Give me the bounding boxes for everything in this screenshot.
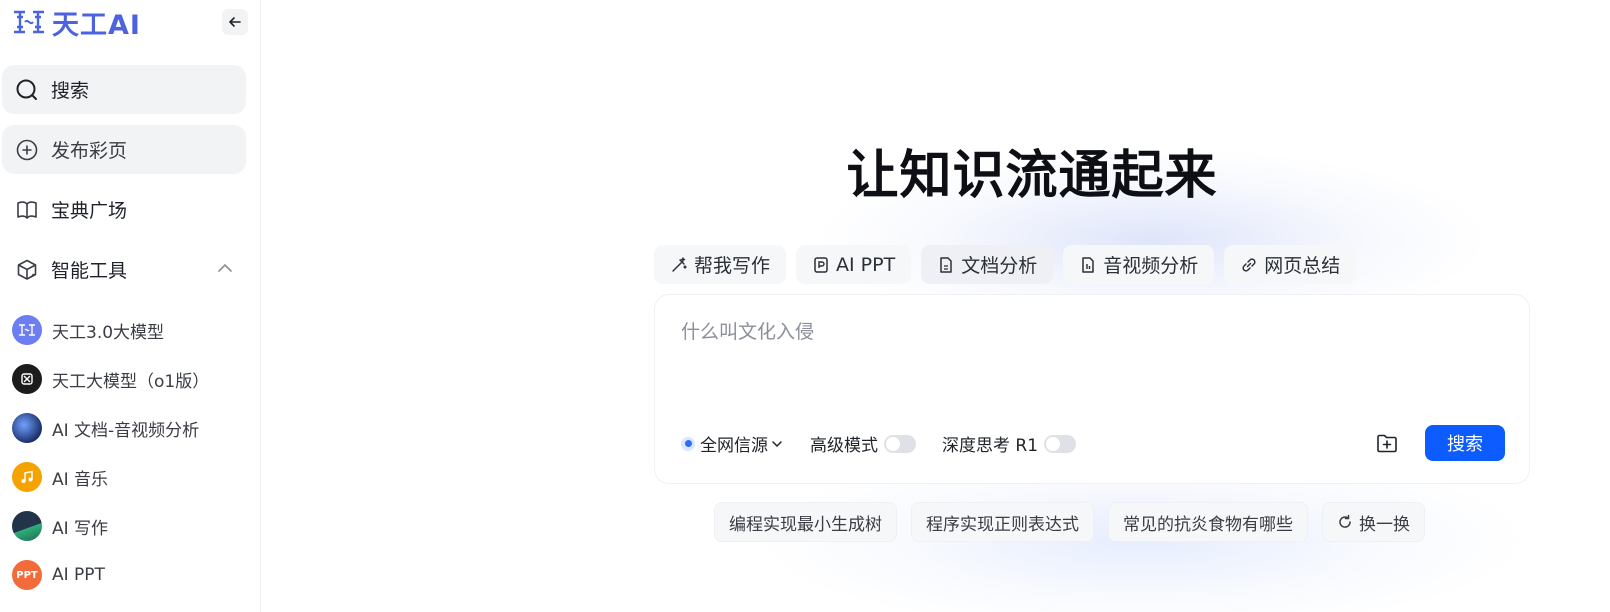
main-area: 让知识流通起来 帮我写作 AI PPT 文档分析 音视频分析 网页总结 全网信 [262, 0, 1610, 612]
chip-ai-ppt[interactable]: AI PPT [796, 245, 912, 284]
tool-item-label: 天工3.0大模型 [52, 322, 165, 343]
search-options: 全网信源 高级模式 深度思考 R1 [681, 431, 1077, 456]
chip-web-summary[interactable]: 网页总结 [1224, 245, 1357, 284]
refresh-label: 换一换 [1359, 514, 1410, 535]
refresh-icon [1339, 514, 1351, 528]
search-card: 全网信源 高级模式 深度思考 R1 搜索 [655, 295, 1529, 483]
music-note-icon [12, 462, 42, 492]
chip-av-analysis[interactable]: 音视频分析 [1063, 245, 1215, 284]
tool-item-label: AI PPT [52, 565, 105, 585]
tool-item-tiangong-3[interactable]: 天工3.0大模型 [12, 313, 164, 347]
chip-label: 网页总结 [1264, 255, 1341, 277]
advanced-mode-toggle[interactable] [884, 434, 916, 453]
cube-icon [15, 258, 39, 282]
tool-item-doc-av-analysis[interactable]: AI 文档-音视频分析 [12, 411, 199, 445]
tiangong-logo-icon [14, 10, 44, 34]
tool-item-ai-music[interactable]: AI 音乐 [12, 460, 108, 494]
brand-logo[interactable]: 天工AI [12, 6, 141, 41]
refresh-suggestions-button[interactable]: 换一换 [1322, 502, 1425, 542]
sidebar-item-label: 智能工具 [51, 260, 128, 282]
arrow-left-icon [229, 17, 241, 27]
collapse-sidebar-button[interactable] [222, 9, 248, 35]
magic-pen-icon [672, 256, 687, 272]
deep-think-option: 深度思考 R1 [942, 431, 1077, 456]
upload-file-button[interactable] [1372, 428, 1402, 458]
tool-item-tiangong-o1[interactable]: 天工大模型（o1版） [12, 362, 209, 396]
chevron-up-icon[interactable] [216, 259, 234, 277]
link-icon [1242, 257, 1256, 272]
advanced-mode-label: 高级模式 [810, 436, 878, 456]
sidebar-item-label: 搜索 [51, 80, 90, 102]
o1-logo-icon [12, 364, 42, 394]
chip-label: 文档分析 [961, 255, 1038, 277]
source-selector[interactable]: 全网信源 [681, 431, 784, 456]
suggestion-chip[interactable]: 程序实现正则表达式 [911, 502, 1094, 542]
ppt-badge-icon: PPT [12, 560, 42, 590]
deep-think-toggle[interactable] [1044, 434, 1077, 453]
chip-label: AI PPT [836, 253, 896, 276]
advanced-mode-option: 高级模式 [810, 431, 916, 456]
book-icon [15, 198, 39, 222]
writing-avatar-icon [12, 511, 42, 541]
tool-item-label: 天工大模型（o1版） [52, 371, 210, 392]
sidebar-item-publish[interactable]: 发布彩页 [2, 125, 246, 174]
tiangong-logo-icon [12, 315, 42, 345]
suggestion-chip[interactable]: 编程实现最小生成树 [714, 502, 897, 542]
sidebar-item-library[interactable]: 宝典广场 [2, 185, 246, 234]
sidebar-item-label: 宝典广场 [51, 200, 128, 222]
plus-circle-icon [15, 138, 39, 162]
chip-doc-analysis[interactable]: 文档分析 [921, 245, 1054, 284]
chevron-down-icon [772, 440, 782, 447]
suggestion-chip[interactable]: 常见的抗炎食物有哪些 [1108, 502, 1308, 542]
tool-item-ai-ppt[interactable]: PPT AI PPT [12, 558, 105, 592]
tool-item-label: AI 写作 [52, 518, 109, 539]
search-icon [15, 78, 39, 102]
suggestions: 编程实现最小生成树 程序实现正则表达式 常见的抗炎食物有哪些 换一换 [714, 502, 1425, 542]
chip-write[interactable]: 帮我写作 [654, 245, 787, 284]
sidebar-item-label: 发布彩页 [51, 140, 128, 162]
ppt-doc-icon [814, 256, 828, 273]
doc-av-avatar-icon [12, 413, 42, 443]
tool-item-label: AI 音乐 [52, 469, 109, 490]
deep-think-label: 深度思考 R1 [942, 436, 1039, 456]
chip-label: 音视频分析 [1103, 255, 1199, 277]
sidebar-item-search[interactable]: 搜索 [2, 65, 246, 114]
page-headline: 让知识流通起来 [846, 146, 1218, 206]
tool-item-label: AI 文档-音视频分析 [52, 420, 200, 441]
feature-chips: 帮我写作 AI PPT 文档分析 音视频分析 网页总结 [654, 245, 1357, 284]
media-file-icon [1082, 256, 1094, 273]
chip-label: 帮我写作 [694, 255, 771, 277]
tool-item-ai-writing[interactable]: AI 写作 [12, 509, 108, 543]
folder-plus-icon [1377, 434, 1397, 453]
sidebar: 天工AI 搜索 发布彩页 宝典广场 智能工具 天工3.0大模型 天工大模型（o1… [0, 0, 261, 612]
source-label: 全网信源 [700, 436, 768, 456]
search-submit-button[interactable]: 搜索 [1425, 425, 1505, 461]
brand-name: 天工AI [52, 9, 141, 41]
radio-selected-icon [681, 436, 695, 451]
search-input[interactable] [681, 317, 1461, 347]
document-icon [940, 256, 952, 273]
sidebar-item-smart-tools[interactable]: 智能工具 [2, 245, 246, 294]
